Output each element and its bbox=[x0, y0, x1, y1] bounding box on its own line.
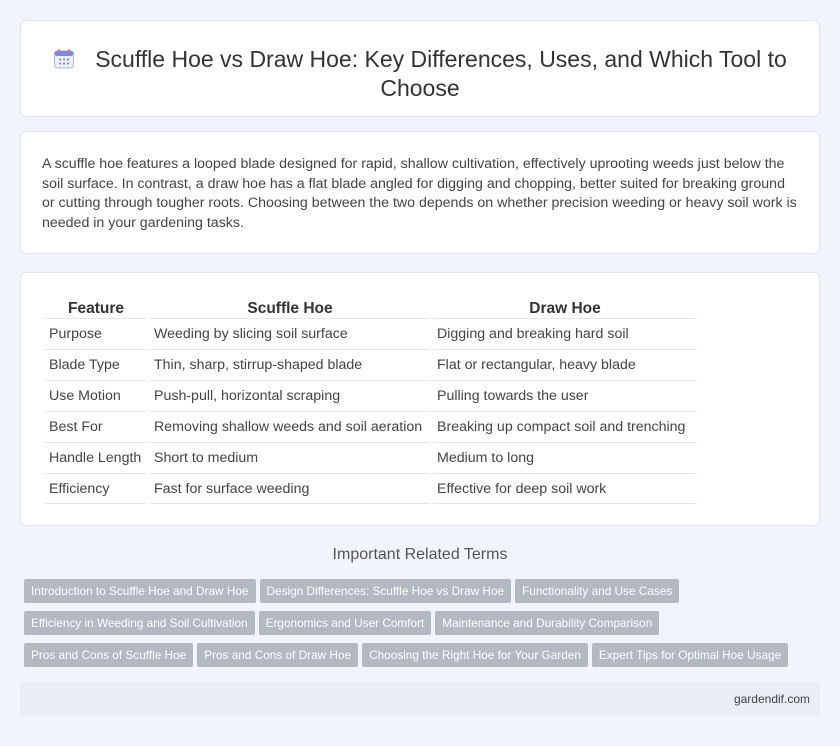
related-term-tag[interactable]: Pros and Cons of Scuffle Hoe bbox=[24, 643, 194, 667]
footer: gardendif.com bbox=[20, 682, 820, 716]
related-term-tag[interactable]: Maintenance and Durability Comparison bbox=[435, 611, 660, 635]
related-term-tag[interactable]: Pros and Cons of Draw Hoe bbox=[197, 643, 359, 667]
related-term-tag[interactable]: Introduction to Scuffle Hoe and Draw Hoe bbox=[24, 579, 256, 603]
comparison-card: Feature Scuffle Hoe Draw Hoe Purpose Wee… bbox=[20, 272, 820, 526]
draw-hoe-cell: Breaking up compact soil and trenching bbox=[433, 411, 697, 442]
related-term-tag[interactable]: Efficiency in Weeding and Soil Cultivati… bbox=[24, 611, 255, 635]
table-row: Efficiency Fast for surface weeding Effe… bbox=[45, 473, 697, 504]
header-card: Scuffle Hoe vs Draw Hoe: Key Differences… bbox=[20, 20, 820, 117]
draw-hoe-cell: Medium to long bbox=[433, 442, 697, 473]
related-term-tag[interactable]: Design Differences: Scuffle Hoe vs Draw … bbox=[259, 579, 512, 603]
feature-cell: Best For bbox=[45, 411, 147, 442]
intro-paragraph: A scuffle hoe features a looped blade de… bbox=[42, 156, 797, 231]
related-term-tag[interactable]: Expert Tips for Optimal Hoe Usage bbox=[591, 643, 789, 667]
draw-hoe-cell: Digging and breaking hard soil bbox=[433, 318, 697, 349]
tag-row: Pros and Cons of Scuffle Hoe Pros and Con… bbox=[24, 643, 824, 667]
feature-cell: Blade Type bbox=[45, 349, 147, 380]
draw-hoe-cell: Flat or rectangular, heavy blade bbox=[433, 349, 697, 380]
related-term-tag[interactable]: Choosing the Right Hoe for Your Garden bbox=[362, 643, 588, 667]
feature-cell: Handle Length bbox=[45, 442, 147, 473]
table-row: Blade Type Thin, sharp, stirrup-shaped b… bbox=[45, 349, 697, 380]
scuffle-hoe-cell: Removing shallow weeds and soil aeration bbox=[150, 411, 430, 442]
intro-card: A scuffle hoe features a looped blade de… bbox=[20, 131, 820, 254]
table-row: Best For Removing shallow weeds and soil… bbox=[45, 411, 697, 442]
footer-site-link[interactable]: gardendif.com bbox=[734, 692, 810, 706]
feature-cell: Efficiency bbox=[45, 473, 147, 504]
table-row: Use Motion Push-pull, horizontal scrapin… bbox=[45, 380, 697, 411]
table-row: Handle Length Short to medium Medium to … bbox=[45, 442, 697, 473]
scuffle-hoe-cell: Fast for surface weeding bbox=[150, 473, 430, 504]
table-row: Purpose Weeding by slicing soil surface … bbox=[45, 318, 697, 349]
feature-cell: Purpose bbox=[45, 318, 147, 349]
header-feature: Feature bbox=[68, 300, 124, 317]
header-scuffle-hoe: Scuffle Hoe bbox=[247, 300, 333, 317]
page-title-wrap: Scuffle Hoe vs Draw Hoe: Key Differences… bbox=[41, 45, 799, 103]
related-terms-title: Important Related Terms bbox=[332, 546, 508, 563]
scuffle-hoe-cell: Push-pull, horizontal scraping bbox=[150, 380, 430, 411]
related-term-tag[interactable]: Ergonomics and User Comfort bbox=[258, 611, 432, 635]
scuffle-hoe-cell: Short to medium bbox=[150, 442, 430, 473]
comparison-table: Feature Scuffle Hoe Draw Hoe Purpose Wee… bbox=[42, 295, 700, 504]
calendar-icon bbox=[54, 49, 75, 69]
related-term-tag[interactable]: Functionality and Use Cases bbox=[515, 579, 680, 603]
tag-row: Efficiency in Weeding and Soil Cultivati… bbox=[24, 611, 824, 635]
related-terms-list: Introduction to Scuffle Hoe and Draw Hoe… bbox=[24, 579, 824, 675]
draw-hoe-cell: Pulling towards the user bbox=[433, 380, 697, 411]
page-title: Scuffle Hoe vs Draw Hoe: Key Differences… bbox=[95, 46, 787, 101]
draw-hoe-cell: Effective for deep soil work bbox=[433, 473, 697, 504]
scuffle-hoe-cell: Thin, sharp, stirrup-shaped blade bbox=[150, 349, 430, 380]
table-header-row: Feature Scuffle Hoe Draw Hoe bbox=[45, 295, 697, 318]
feature-cell: Use Motion bbox=[45, 380, 147, 411]
header-draw-hoe: Draw Hoe bbox=[529, 300, 601, 317]
scuffle-hoe-cell: Weeding by slicing soil surface bbox=[150, 318, 430, 349]
tag-row: Introduction to Scuffle Hoe and Draw Hoe… bbox=[24, 579, 824, 603]
